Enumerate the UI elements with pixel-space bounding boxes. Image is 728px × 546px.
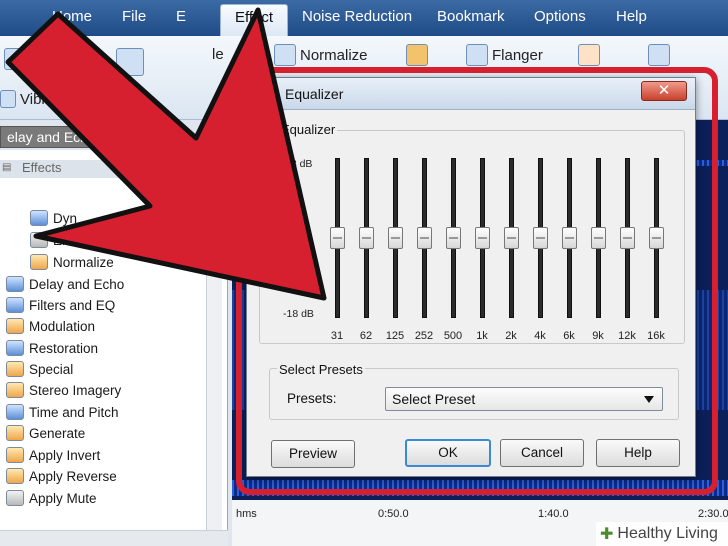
pointer-arrow-icon: [5, 7, 327, 301]
watermark-text: Healthy Living: [617, 525, 718, 542]
watermark-logo: ✚ Healthy Living: [596, 522, 728, 546]
leaf-icon: ✚: [600, 526, 614, 543]
